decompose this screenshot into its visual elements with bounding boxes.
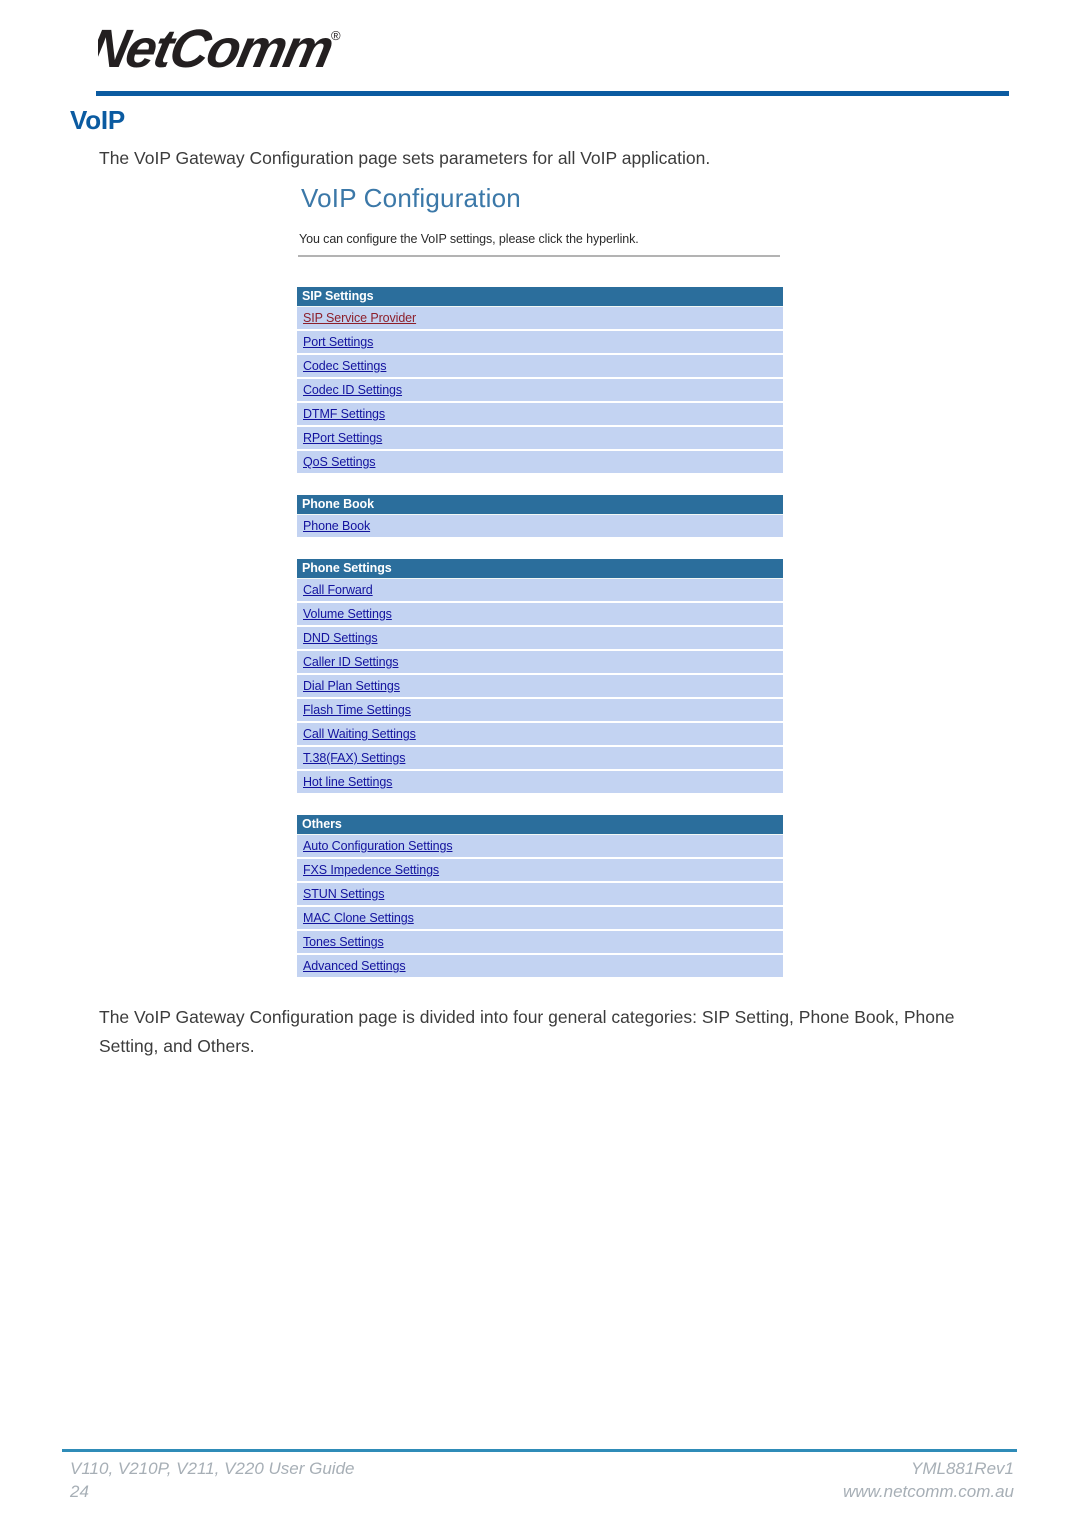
settings-link[interactable]: STUN Settings bbox=[303, 887, 384, 901]
footer-divider bbox=[62, 1449, 1017, 1452]
body-paragraph: The VoIP Gateway Configuration page is d… bbox=[99, 1007, 955, 1056]
settings-link[interactable]: Phone Book bbox=[303, 519, 370, 533]
settings-row[interactable]: T.38(FAX) Settings bbox=[297, 747, 783, 771]
settings-panel-header: SIP Settings bbox=[297, 287, 783, 307]
screenshot-divider bbox=[298, 255, 780, 257]
settings-link[interactable]: Port Settings bbox=[303, 335, 373, 349]
settings-row[interactable]: SIP Service Provider bbox=[297, 307, 783, 331]
settings-row[interactable]: Advanced Settings bbox=[297, 955, 783, 977]
footer-doc-id: YML881Rev1 bbox=[910, 1459, 1014, 1478]
settings-link[interactable]: T.38(FAX) Settings bbox=[303, 751, 406, 765]
settings-row[interactable]: Call Waiting Settings bbox=[297, 723, 783, 747]
settings-link[interactable]: Dial Plan Settings bbox=[303, 679, 400, 693]
footer-guide-title: V110, V210P, V211, V220 User Guide bbox=[70, 1459, 355, 1478]
settings-link[interactable]: Call Forward bbox=[303, 583, 373, 597]
footer-website: www.netcomm.com.au bbox=[843, 1482, 1014, 1501]
svg-text:®: ® bbox=[331, 28, 341, 43]
netcomm-logo: NetComm ® bbox=[98, 20, 358, 82]
settings-row[interactable]: Dial Plan Settings bbox=[297, 675, 783, 699]
settings-link[interactable]: RPort Settings bbox=[303, 431, 382, 445]
settings-row[interactable]: Tones Settings bbox=[297, 931, 783, 955]
settings-panel: Phone Settings Call Forward Volume Setting… bbox=[297, 559, 783, 793]
settings-panel: Phone Book Phone Book bbox=[297, 495, 783, 537]
svg-text:NetComm: NetComm bbox=[98, 20, 338, 79]
settings-row[interactable]: DTMF Settings bbox=[297, 403, 783, 427]
settings-link[interactable]: SIP Service Provider bbox=[303, 311, 416, 325]
screenshot-subtitle: You can configure the VoIP settings, ple… bbox=[299, 232, 639, 246]
settings-link[interactable]: FXS Impedence Settings bbox=[303, 863, 439, 877]
settings-row[interactable]: Codec ID Settings bbox=[297, 379, 783, 403]
settings-link[interactable]: Hot line Settings bbox=[303, 775, 392, 789]
settings-row[interactable]: RPort Settings bbox=[297, 427, 783, 451]
settings-row[interactable]: MAC Clone Settings bbox=[297, 907, 783, 931]
settings-link[interactable]: DND Settings bbox=[303, 631, 378, 645]
settings-row[interactable]: Caller ID Settings bbox=[297, 651, 783, 675]
settings-link[interactable]: Advanced Settings bbox=[303, 959, 406, 973]
settings-link[interactable]: Auto Configuration Settings bbox=[303, 839, 453, 853]
settings-link[interactable]: Flash Time Settings bbox=[303, 703, 411, 717]
settings-link[interactable]: MAC Clone Settings bbox=[303, 911, 414, 925]
settings-row[interactable]: QoS Settings bbox=[297, 451, 783, 473]
settings-row[interactable]: Auto Configuration Settings bbox=[297, 835, 783, 859]
page-title: VoIP bbox=[70, 105, 126, 135]
settings-row[interactable]: Phone Book bbox=[297, 515, 783, 537]
settings-panel-list: SIP Settings SIP Service Provider Port Set… bbox=[297, 287, 783, 977]
settings-row[interactable]: Flash Time Settings bbox=[297, 699, 783, 723]
settings-row[interactable]: Call Forward bbox=[297, 579, 783, 603]
settings-link[interactable]: Codec ID Settings bbox=[303, 383, 402, 397]
settings-link[interactable]: QoS Settings bbox=[303, 455, 376, 469]
screenshot-title: VoIP Configuration bbox=[301, 183, 521, 213]
footer-page-number: 24 bbox=[70, 1482, 89, 1501]
settings-row[interactable]: FXS Impedence Settings bbox=[297, 859, 783, 883]
settings-link[interactable]: Tones Settings bbox=[303, 935, 384, 949]
voip-configuration-screenshot: VoIP Configuration You can configure the… bbox=[297, 183, 783, 977]
settings-row[interactable]: Hot line Settings bbox=[297, 771, 783, 793]
settings-link[interactable]: Caller ID Settings bbox=[303, 655, 399, 669]
settings-row[interactable]: Codec Settings bbox=[297, 355, 783, 379]
settings-link[interactable]: DTMF Settings bbox=[303, 407, 385, 421]
header-divider bbox=[96, 91, 1009, 96]
settings-row[interactable]: Volume Settings bbox=[297, 603, 783, 627]
settings-link[interactable]: Codec Settings bbox=[303, 359, 386, 373]
settings-panel-header: Phone Book bbox=[297, 495, 783, 515]
settings-panel-header: Others bbox=[297, 815, 783, 835]
settings-row[interactable]: STUN Settings bbox=[297, 883, 783, 907]
settings-link[interactable]: Call Waiting Settings bbox=[303, 727, 416, 741]
intro-paragraph: The VoIP Gateway Configuration page sets… bbox=[99, 148, 711, 168]
settings-panel: Others Auto Configuration Settings FXS Imp… bbox=[297, 815, 783, 977]
settings-link[interactable]: Volume Settings bbox=[303, 607, 392, 621]
settings-panel: SIP Settings SIP Service Provider Port Set… bbox=[297, 287, 783, 473]
settings-row[interactable]: DND Settings bbox=[297, 627, 783, 651]
settings-panel-header: Phone Settings bbox=[297, 559, 783, 579]
settings-row[interactable]: Port Settings bbox=[297, 331, 783, 355]
